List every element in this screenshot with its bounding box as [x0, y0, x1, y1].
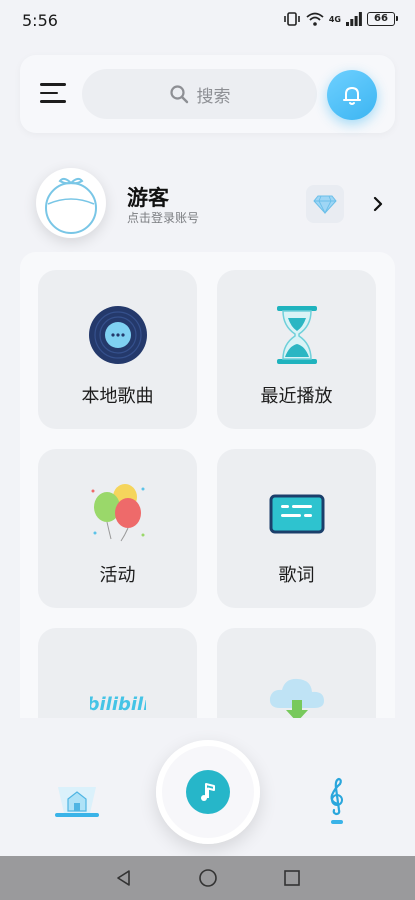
profile-section: 游客 点击登录账号	[36, 168, 396, 240]
bilibili-icon: bilibili	[85, 670, 151, 722]
user-name: 游客	[127, 186, 169, 210]
search-placeholder: 搜索	[196, 86, 231, 107]
system-nav-bar	[0, 856, 415, 900]
profile-chevron-button[interactable]	[368, 192, 388, 216]
tile-label: 歌词	[278, 565, 315, 586]
tile-cloud-download[interactable]	[217, 628, 376, 722]
system-back-button[interactable]	[113, 867, 135, 889]
treble-clef-icon	[330, 777, 343, 824]
system-home-button[interactable]	[197, 867, 219, 889]
avatar-onion-icon	[45, 177, 97, 234]
search-icon	[169, 85, 188, 104]
status-icons: 4G 66	[283, 12, 398, 26]
notification-button[interactable]	[327, 70, 377, 120]
hourglass-icon	[264, 302, 330, 368]
signal-icon	[346, 12, 362, 26]
feature-grid: 本地歌曲 最近播放 活动 歌词 ilibil	[20, 252, 395, 722]
recents-square-icon	[283, 870, 300, 886]
status-bar: 5:56 4G 66	[0, 0, 415, 40]
balloons-icon	[85, 481, 151, 547]
login-link[interactable]: 点击登录账号	[127, 209, 199, 226]
tile-label: 活动	[99, 565, 136, 586]
nav-player-button[interactable]	[156, 740, 260, 844]
tile-label: 本地歌曲	[81, 386, 154, 407]
home-icon	[55, 787, 99, 817]
tile-activities[interactable]: 活动	[38, 449, 197, 608]
network-type: 4G	[328, 14, 341, 24]
nav-home-button[interactable]	[52, 773, 102, 823]
system-recents-button[interactable]	[281, 867, 303, 889]
top-bar: 搜索	[20, 55, 395, 133]
diamond-icon	[313, 195, 337, 214]
chevron-right-icon	[373, 196, 383, 212]
wifi-icon	[306, 12, 324, 26]
tile-recent-played[interactable]: 最近播放	[217, 270, 376, 429]
back-triangle-icon	[116, 870, 130, 886]
tile-bilibili[interactable]: bilibili	[38, 628, 197, 722]
vibrate-icon	[284, 12, 300, 26]
bottom-nav	[0, 718, 415, 856]
svg-text:bilibili: bilibili	[90, 694, 146, 715]
music-note-icon	[201, 783, 215, 801]
battery-indicator: 66	[367, 12, 398, 26]
status-time: 5:56	[22, 11, 58, 30]
tile-lyrics[interactable]: 歌词	[217, 449, 376, 608]
tile-label: 最近播放	[260, 386, 333, 407]
menu-button[interactable]	[40, 83, 66, 105]
lyrics-card-icon	[264, 481, 330, 547]
cloud-download-icon	[264, 666, 330, 722]
vinyl-record-icon	[85, 302, 151, 368]
avatar[interactable]	[36, 168, 106, 238]
tile-local-songs[interactable]: 本地歌曲	[38, 270, 197, 429]
nav-music-button[interactable]	[322, 776, 352, 826]
vip-button[interactable]	[306, 185, 344, 223]
bell-icon	[343, 87, 361, 105]
home-circle-icon	[198, 869, 217, 887]
search-input[interactable]: 搜索	[82, 69, 317, 119]
